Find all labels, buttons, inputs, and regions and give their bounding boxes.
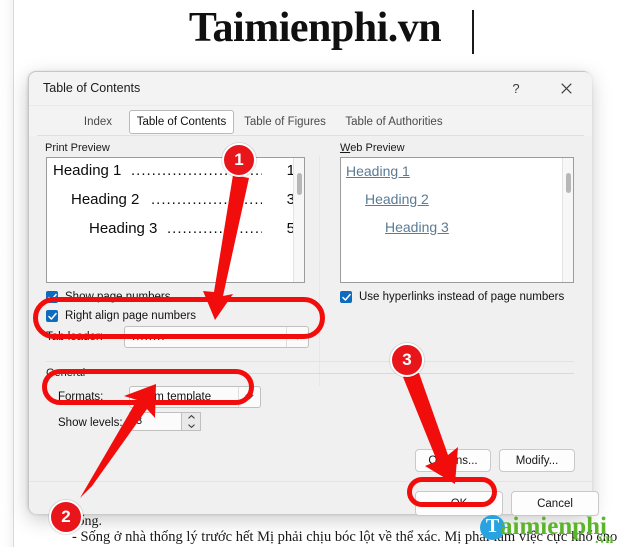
step-badge-2: 2 xyxy=(49,500,83,534)
annotation-arrow-2 xyxy=(80,384,156,498)
step-badge-1: 1 xyxy=(222,143,256,177)
step-badge-3: 3 xyxy=(390,343,424,377)
